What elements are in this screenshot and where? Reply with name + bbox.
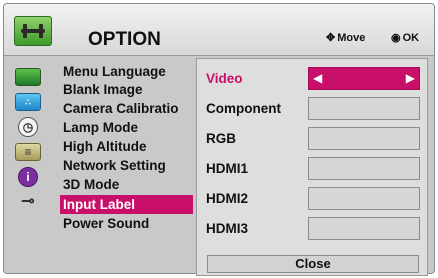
info-icon[interactable]: i xyxy=(18,167,38,187)
input-label-component: Component xyxy=(206,101,281,116)
left-arrow-icon[interactable]: ◀ xyxy=(313,71,322,85)
option-tool-icon xyxy=(14,16,52,46)
option-icon[interactable]: ≡ xyxy=(15,143,41,161)
ok-button-icon: ◉ xyxy=(391,32,401,44)
input-name-field[interactable] xyxy=(308,157,420,180)
ok-hint: ◉ OK xyxy=(391,31,420,45)
right-arrow-icon[interactable]: ▶ xyxy=(406,71,415,85)
input-name-field[interactable] xyxy=(308,127,420,150)
clock-icon[interactable]: ◷ xyxy=(18,117,38,137)
menu-header: OPTION ✥ Move ◉ OK xyxy=(4,4,434,56)
input-name-field[interactable] xyxy=(308,97,420,120)
move-hint-label: Move xyxy=(337,31,366,44)
input-label-video: Video xyxy=(206,71,243,86)
input-row-video[interactable]: Video ◀ ▶ xyxy=(197,66,427,92)
cable-icon[interactable]: ⊸ xyxy=(15,192,41,210)
input-row-hdmi1[interactable]: HDMI1 xyxy=(197,156,427,182)
input-row-rgb[interactable]: RGB xyxy=(197,126,427,152)
close-button[interactable]: Close xyxy=(207,255,419,273)
move-hint: ✥ Move xyxy=(326,31,366,45)
input-row-hdmi3[interactable]: HDMI3 xyxy=(197,216,427,242)
input-name-field[interactable] xyxy=(308,217,420,240)
input-name-field[interactable] xyxy=(308,187,420,210)
input-row-component[interactable]: Component xyxy=(197,96,427,122)
input-row-hdmi2[interactable]: HDMI2 xyxy=(197,186,427,212)
input-label-hdmi2: HDMI2 xyxy=(206,191,249,206)
input-label-hdmi3: HDMI3 xyxy=(206,221,249,236)
monitor-icon[interactable] xyxy=(15,68,41,86)
ok-hint-label: OK xyxy=(402,31,420,44)
input-label-rgb: RGB xyxy=(206,131,236,146)
move-arrows-icon: ✥ xyxy=(326,32,336,44)
category-icon-column: ∴ ◷ ≡ i ⊸ xyxy=(4,56,58,273)
picture-icon[interactable]: ∴ xyxy=(15,93,41,111)
menu-item-input-label[interactable]: Input Label xyxy=(60,195,193,214)
input-label-hdmi1: HDMI1 xyxy=(206,161,249,176)
menu-title: OPTION xyxy=(88,29,161,50)
input-name-selector[interactable]: ◀ ▶ xyxy=(308,67,420,90)
input-label-popup: Video ◀ ▶ Component RGB HDMI1 HDMI2 HDMI… xyxy=(196,58,428,276)
